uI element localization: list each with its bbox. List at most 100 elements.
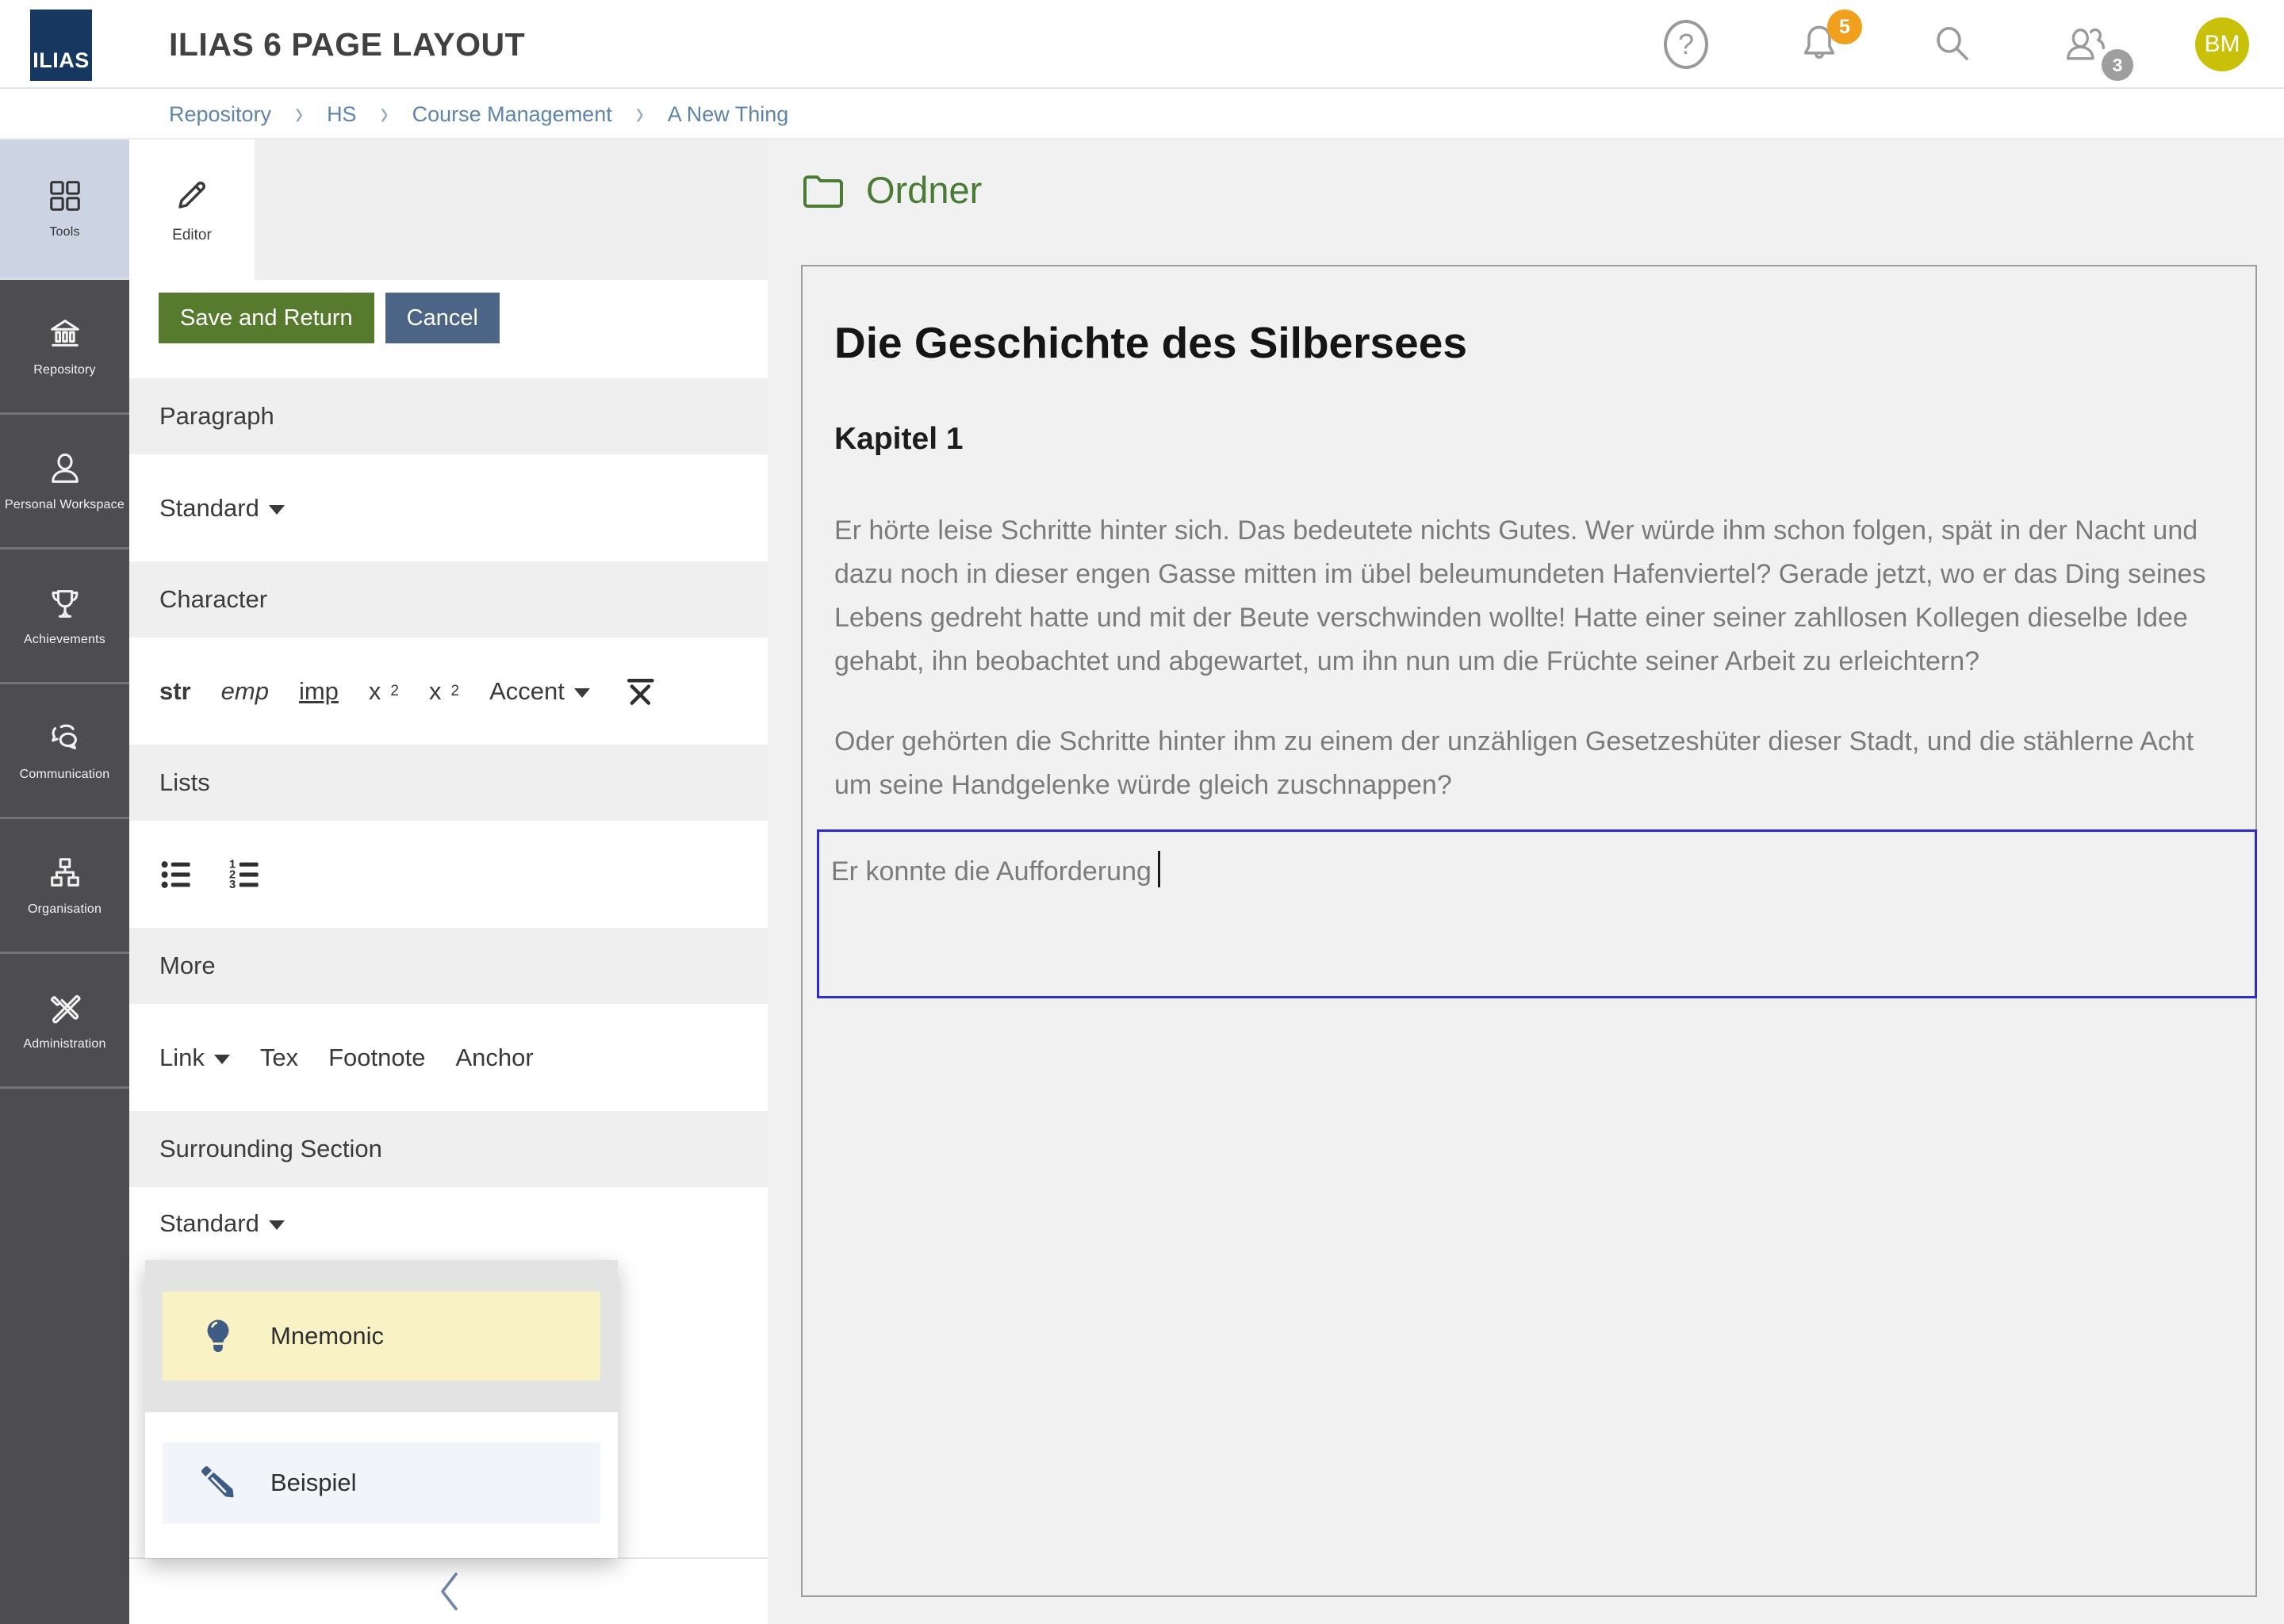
bank-icon: [47, 316, 83, 352]
section-paragraph-body: Standard: [129, 454, 768, 561]
lightbulb-icon: [197, 1316, 239, 1357]
breadcrumb-item-repository[interactable]: Repository: [169, 102, 271, 127]
trophy-icon: [47, 585, 83, 622]
document-paragraph[interactable]: Er hörte leise Schritte hinter sich. Das…: [834, 509, 2224, 684]
section-character-header: Character: [129, 561, 768, 638]
clear-format-icon: [620, 674, 658, 709]
tab-editor[interactable]: Editor: [129, 140, 255, 280]
search-button[interactable]: [1929, 19, 1976, 70]
chevron-left-icon[interactable]: [435, 1569, 462, 1614]
member-badge: 3: [2102, 49, 2133, 81]
menu-item-label: Mnemonic: [270, 1322, 384, 1350]
surrounding-style-dropdown[interactable]: Standard: [159, 1209, 285, 1238]
sup-base: x: [369, 677, 381, 706]
notification-badge: 5: [1827, 10, 1862, 44]
chevron-down-icon: [214, 1055, 230, 1064]
help-icon: ?: [1664, 20, 1708, 69]
svg-text:3: 3: [229, 879, 236, 891]
emphasis-button[interactable]: emp: [221, 677, 269, 706]
chevron-down-icon: [269, 1220, 285, 1230]
sidebar-item-label: Repository: [32, 363, 97, 377]
style-dropdown-menu: Mnemonic Beispiel: [145, 1260, 618, 1558]
notifications-button[interactable]: 5: [1795, 19, 1843, 70]
numbered-list-icon: 1 2 3: [228, 857, 266, 892]
editing-text: Er konnte die Aufforderung: [831, 856, 1152, 887]
menu-item-label: Beispiel: [270, 1469, 357, 1497]
sidebar-item-achievements[interactable]: Achievements: [0, 550, 129, 684]
search-icon: [1931, 23, 1974, 66]
menu-item-mnemonic[interactable]: Mnemonic: [163, 1292, 600, 1381]
clear-format-button[interactable]: [620, 674, 658, 709]
chat-icon: [47, 720, 83, 756]
bullet-list-icon: [159, 857, 197, 892]
anchor-button[interactable]: Anchor: [456, 1044, 534, 1072]
section-surrounding-header: Surrounding Section: [129, 1111, 768, 1187]
subscript-button[interactable]: x2: [429, 677, 459, 706]
breadcrumb-separator: ›: [381, 95, 389, 133]
link-dropdown[interactable]: Link: [159, 1044, 230, 1072]
breadcrumb-item-hs[interactable]: HS: [327, 102, 357, 127]
section-lists-header: Lists: [129, 745, 768, 821]
sub-base: x: [429, 677, 442, 706]
important-button[interactable]: imp: [299, 677, 339, 706]
editor-actions: Save and Return Cancel: [129, 280, 768, 343]
collapse-panel-bar: [129, 1557, 768, 1624]
menu-item-beispiel[interactable]: Beispiel: [163, 1442, 600, 1523]
orgchart-icon: [47, 855, 83, 891]
object-title: Ordner: [866, 168, 982, 212]
surrounding-style-value: Standard: [159, 1209, 259, 1238]
breadcrumb-item-a-new-thing[interactable]: A New Thing: [668, 102, 789, 127]
sidebar-item-tools[interactable]: Tools: [0, 140, 129, 280]
document-title[interactable]: Die Geschichte des Silbersees: [834, 317, 2224, 368]
grid-icon: [47, 178, 83, 214]
document-paragraph[interactable]: Oder gehörten die Schritte hinter ihm zu…: [834, 720, 2224, 807]
cancel-button[interactable]: Cancel: [385, 293, 500, 343]
members-button[interactable]: 3: [2062, 19, 2110, 70]
page-content-editor[interactable]: Die Geschichte des Silbersees Kapitel 1 …: [801, 265, 2257, 1597]
style-option-wrapper: Mnemonic: [145, 1260, 618, 1412]
sidebar-item-repository[interactable]: Repository: [0, 280, 129, 415]
section-more-body: Link Tex Footnote Anchor: [129, 1004, 768, 1111]
section-paragraph-header: Paragraph: [129, 378, 768, 454]
top-bar: ILIAS ILIAS 6 PAGE LAYOUT ? 5 3: [0, 0, 2284, 89]
page-title: ILIAS 6 PAGE LAYOUT: [169, 0, 525, 89]
pencil-icon: [173, 176, 211, 214]
document-subtitle[interactable]: Kapitel 1: [834, 422, 2224, 457]
sidebar-item-personal-workspace[interactable]: Personal Workspace: [0, 415, 129, 550]
sub-exp: 2: [450, 683, 459, 700]
editor-tabstrip: Editor: [129, 140, 768, 280]
save-and-return-button[interactable]: Save and Return: [159, 293, 374, 343]
active-paragraph-editor[interactable]: Er konnte die Aufforderung: [817, 829, 2257, 998]
sidebar-item-administration[interactable]: Administration: [0, 954, 129, 1089]
superscript-button[interactable]: x2: [369, 677, 399, 706]
logo-text: ILIAS: [33, 48, 90, 81]
numbered-list-button[interactable]: 1 2 3: [228, 857, 266, 892]
breadcrumb-separator: ›: [636, 95, 644, 133]
strong-button[interactable]: str: [159, 677, 191, 706]
footnote-button[interactable]: Footnote: [328, 1044, 425, 1072]
section-more-header: More: [129, 928, 768, 1004]
accent-dropdown[interactable]: Accent: [489, 677, 590, 706]
text-cursor: [1158, 851, 1160, 887]
section-surrounding-body: Standard: [129, 1187, 768, 1260]
editor-panel: Editor Save and Return Cancel Paragraph …: [129, 140, 768, 1624]
sidebar-item-label: Achievements: [22, 633, 107, 647]
sidebar-item-label: Administration: [21, 1037, 107, 1051]
tab-editor-label: Editor: [172, 227, 212, 244]
sidebar-item-communication[interactable]: Communication: [0, 684, 129, 819]
style-option-wrapper: Beispiel: [145, 1412, 618, 1558]
sidebar-item-organisation[interactable]: Organisation: [0, 819, 129, 954]
tex-button[interactable]: Tex: [260, 1044, 298, 1072]
breadcrumb-item-course-management[interactable]: Course Management: [412, 102, 612, 127]
sidebar-item-label: Organisation: [26, 902, 103, 917]
paragraph-style-dropdown[interactable]: Standard: [159, 494, 285, 523]
avatar[interactable]: BM: [2195, 17, 2249, 71]
link-label: Link: [159, 1044, 205, 1072]
person-icon: [47, 450, 83, 487]
sup-exp: 2: [390, 683, 399, 700]
accent-label: Accent: [489, 677, 565, 706]
sidebar-item-label: Communication: [18, 768, 112, 782]
bullet-list-button[interactable]: [159, 857, 197, 892]
help-button[interactable]: ?: [1662, 19, 1710, 70]
ilias-logo[interactable]: ILIAS: [30, 10, 92, 81]
